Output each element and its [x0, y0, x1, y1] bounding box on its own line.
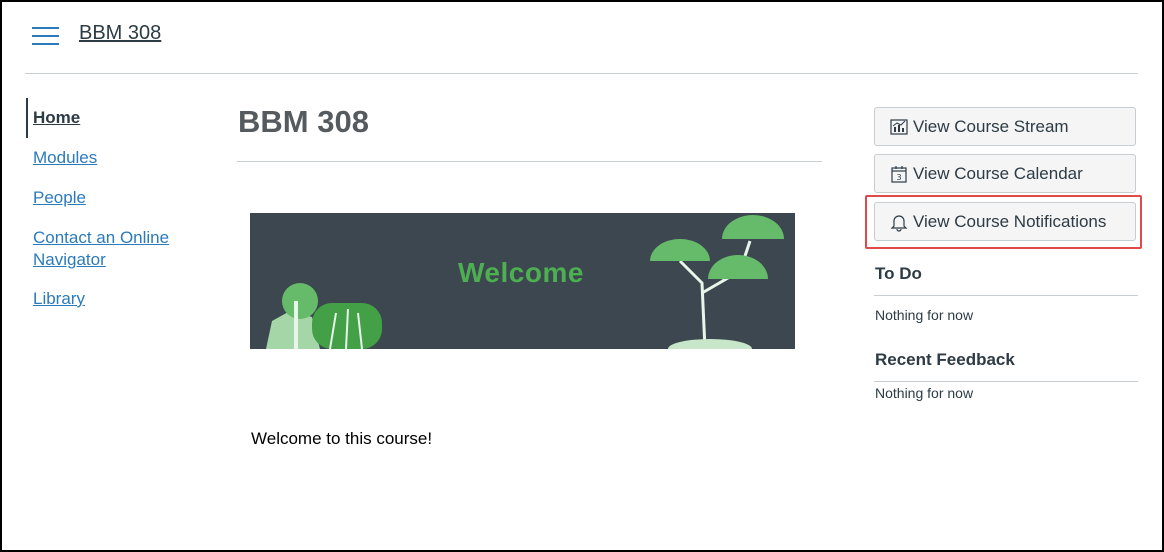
- view-course-notifications-label: View Course Notifications: [913, 211, 1107, 231]
- feedback-divider: [874, 381, 1138, 382]
- view-course-calendar-label: View Course Calendar: [913, 163, 1083, 183]
- banner-welcome-text: Welcome: [458, 257, 584, 288]
- course-title-link[interactable]: BBM 308: [79, 22, 161, 45]
- bell-icon: [890, 214, 908, 232]
- page-title: BBM 308: [238, 104, 369, 139]
- view-course-stream-label: View Course Stream: [913, 116, 1069, 136]
- stream-chart-icon: [890, 118, 908, 135]
- calendar-icon: 3: [891, 165, 907, 183]
- title-divider: [237, 161, 822, 162]
- nav-item-home[interactable]: Home: [26, 98, 80, 138]
- nav-item-people[interactable]: People: [26, 188, 86, 208]
- feedback-empty-text: Nothing for now: [875, 385, 974, 401]
- recent-feedback-heading: Recent Feedback: [875, 350, 1015, 369]
- welcome-banner: Welcome: [250, 213, 795, 349]
- svg-text:3: 3: [896, 173, 901, 182]
- view-course-stream-button[interactable]: View Course Stream: [874, 107, 1136, 146]
- nav-item-library[interactable]: Library: [26, 289, 85, 309]
- todo-divider: [874, 295, 1138, 296]
- hamburger-icon[interactable]: [32, 27, 59, 45]
- nav-item-contact-navigator[interactable]: Contact an Online Navigator: [26, 227, 193, 271]
- view-course-notifications-button[interactable]: View Course Notifications: [874, 202, 1136, 241]
- todo-empty-text: Nothing for now: [875, 307, 974, 323]
- nav-item-modules[interactable]: Modules: [26, 148, 97, 168]
- welcome-message: Welcome to this course!: [251, 429, 433, 448]
- view-course-calendar-button[interactable]: 3 View Course Calendar: [874, 154, 1136, 193]
- todo-heading: To Do: [875, 264, 922, 283]
- header-divider: [25, 73, 1138, 74]
